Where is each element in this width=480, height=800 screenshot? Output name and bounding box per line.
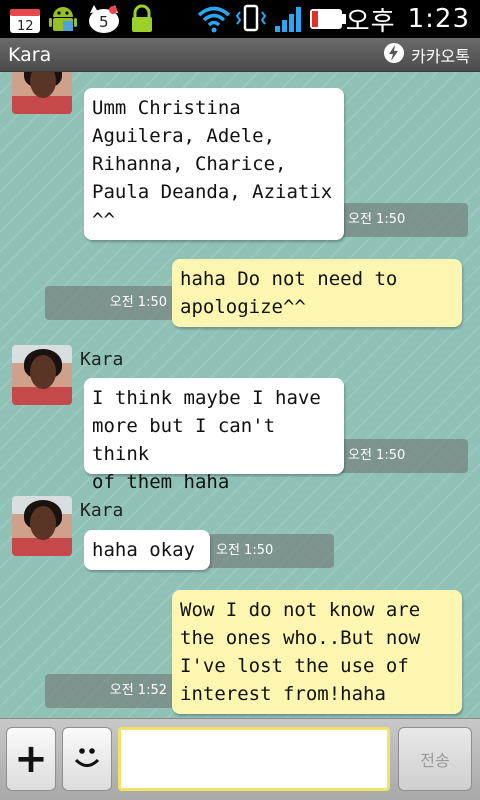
signal-icon [272,0,306,38]
avatar[interactable] [12,345,72,405]
send-button[interactable]: 전송 [398,727,472,791]
message-bubble-incoming[interactable]: haha okay [84,530,210,570]
status-time: 1:23 [407,4,470,34]
kakaotalk-label: 카카오톡 [411,47,470,66]
calendar-date: 12 [17,19,34,34]
chat-message-list[interactable]: 오전 1:50 Umm Christina Aguilera, Adele, R… [0,72,480,718]
message-bubble-outgoing[interactable]: haha Do not need to apologize^^ [172,259,462,327]
sender-name: Kara [80,349,124,370]
add-attachment-button[interactable]: + [6,727,56,791]
android-icon [46,0,80,38]
message-time: 오전 1:50 [336,203,468,237]
message-time: 오전 1:50 [204,534,334,568]
status-clock: 오후 1:23 [346,0,470,38]
battery-icon [308,0,348,38]
message-bubble-outgoing[interactable]: Wow I do not know are the ones who..But … [172,590,462,714]
kakaotalk-brand: 카카오톡 [383,38,470,72]
emoticon-icon [71,741,103,777]
message-bubble-incoming[interactable]: Umm Christina Aguilera, Adele, Rihanna, … [84,88,344,240]
lock-icon [126,0,158,38]
avatar[interactable] [12,72,72,114]
vibrate-icon [234,0,268,38]
sender-name: Kara [80,500,124,521]
avatar[interactable] [12,496,72,556]
calendar-icon: 12 [6,0,44,38]
message-time: 오전 1:50 [45,286,177,320]
message-time: 오전 1:52 [45,674,177,708]
chat-title-bar: Kara 카카오톡 [0,38,480,72]
message-bubble-incoming[interactable]: I think maybe I have more but I can't th… [84,378,344,493]
message-input[interactable] [118,727,390,791]
message-time: 오전 1:50 [336,439,468,473]
notification-count: 5 [99,13,109,31]
message-input-bar: + 전송 [0,718,480,800]
plus-icon: + [14,736,48,782]
status-ampm: 오후 [345,6,396,37]
chat-title: Kara [8,44,52,66]
kakaotalk-icon [383,42,405,68]
hello-kitty-icon: 5 [86,0,122,38]
wifi-icon [196,0,232,38]
emoticon-button[interactable] [62,727,112,791]
status-bar: 12 5 오후 1:23 [0,0,480,38]
